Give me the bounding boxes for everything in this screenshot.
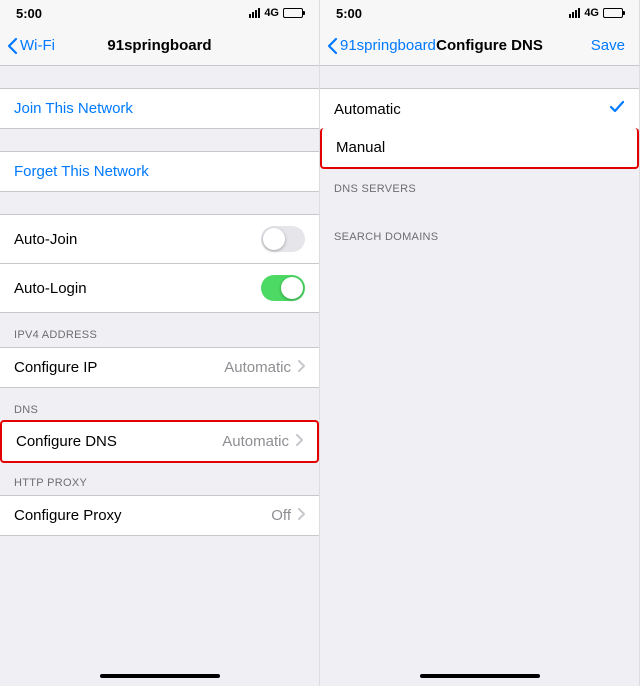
configure-proxy-row[interactable]: Configure Proxy Off (0, 495, 319, 536)
search-domains-header: SEARCH DOMAINS (320, 215, 639, 249)
status-bar: 5:00 4G (0, 0, 319, 26)
status-time: 5:00 (336, 6, 362, 21)
back-button[interactable]: 91springboard (320, 37, 436, 55)
back-button[interactable]: Wi-Fi (0, 37, 55, 55)
auto-login-label: Auto-Login (14, 280, 87, 297)
auto-join-row: Auto-Join (0, 214, 319, 264)
join-network-button[interactable]: Join This Network (0, 88, 319, 129)
configure-proxy-value: Off (271, 507, 291, 524)
nav-bar: 91springboard Configure DNS Save (320, 26, 639, 66)
status-network: 4G (264, 7, 279, 19)
battery-icon (603, 8, 623, 18)
automatic-label: Automatic (334, 101, 401, 118)
content: Automatic Manual DNS SERVERS SEARCH DOMA… (320, 66, 639, 686)
manual-row[interactable]: Manual (320, 128, 639, 169)
signal-icon (249, 8, 260, 18)
save-button[interactable]: Save (591, 37, 639, 54)
phone-left: 5:00 4G Wi-Fi 91springboard Join This Ne… (0, 0, 320, 686)
auto-login-row: Auto-Login (0, 264, 319, 313)
status-time: 5:00 (16, 6, 42, 21)
check-icon (609, 100, 625, 118)
battery-icon (283, 8, 303, 18)
manual-label: Manual (336, 139, 385, 156)
configure-dns-row[interactable]: Configure DNS Automatic (0, 420, 319, 463)
auto-join-toggle[interactable] (261, 226, 305, 252)
status-bar: 5:00 4G (320, 0, 639, 26)
signal-icon (569, 8, 580, 18)
forget-network-button[interactable]: Forget This Network (0, 151, 319, 192)
chevron-right-icon (297, 359, 305, 376)
configure-dns-label: Configure DNS (16, 433, 117, 450)
auto-join-label: Auto-Join (14, 231, 77, 248)
back-label: 91springboard (340, 37, 436, 54)
configure-ip-value: Automatic (224, 359, 291, 376)
automatic-row[interactable]: Automatic (320, 88, 639, 130)
dns-header: DNS (0, 388, 319, 422)
nav-bar: Wi-Fi 91springboard (0, 26, 319, 66)
forget-network-label: Forget This Network (14, 163, 149, 180)
configure-proxy-label: Configure Proxy (14, 507, 122, 524)
chevron-right-icon (297, 507, 305, 524)
status-right: 4G (249, 7, 303, 19)
phone-right: 5:00 4G 91springboard Configure DNS Save… (320, 0, 640, 686)
auto-login-toggle[interactable] (261, 275, 305, 301)
configure-dns-value: Automatic (222, 433, 289, 450)
dns-servers-header: DNS SERVERS (320, 167, 639, 201)
configure-ip-label: Configure IP (14, 359, 97, 376)
status-network: 4G (584, 7, 599, 19)
configure-ip-row[interactable]: Configure IP Automatic (0, 347, 319, 388)
chevron-left-icon (6, 37, 18, 55)
status-right: 4G (569, 7, 623, 19)
ipv4-header: IPV4 ADDRESS (0, 313, 319, 347)
content: Join This Network Forget This Network Au… (0, 66, 319, 686)
chevron-right-icon (295, 433, 303, 450)
chevron-left-icon (326, 37, 338, 55)
home-indicator[interactable] (420, 674, 540, 678)
proxy-header: HTTP PROXY (0, 461, 319, 495)
back-label: Wi-Fi (20, 37, 55, 54)
home-indicator[interactable] (100, 674, 220, 678)
join-network-label: Join This Network (14, 100, 133, 117)
